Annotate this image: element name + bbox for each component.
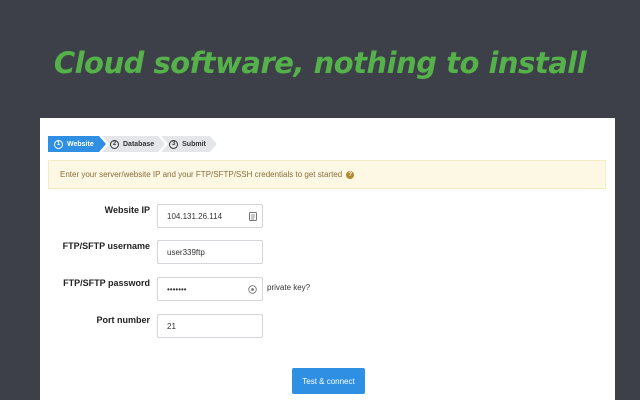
step-label: Website (67, 140, 94, 148)
password-input[interactable]: ••••••• (157, 277, 263, 301)
step-submit[interactable]: 3 Submit (161, 136, 217, 152)
step-number-icon: 3 (169, 140, 178, 149)
port-value: 21 (167, 321, 176, 331)
website-ip-value: 104.131.26.114 (167, 211, 223, 221)
username-input[interactable]: user339ftp (157, 240, 263, 264)
test-connect-button[interactable]: Test & connect (292, 368, 365, 394)
wizard-steps: 1 Website 2 Database 3 Submit (48, 136, 213, 152)
port-input[interactable]: 21 (157, 314, 263, 338)
password-value: ••••••• (167, 284, 187, 294)
private-key-link[interactable]: private key? (267, 283, 310, 292)
reveal-password-icon[interactable] (248, 284, 257, 294)
info-text: Enter your server/website IP and your FT… (60, 170, 343, 179)
website-ip-label: Website IP (104, 205, 150, 215)
port-label: Port number (96, 315, 150, 325)
help-icon[interactable]: ? (346, 170, 355, 179)
connect-panel: 1 Website 2 Database 3 Submit Enter your… (40, 118, 615, 400)
username-label: FTP/SFTP username (62, 241, 150, 251)
headline: Cloud software, nothing to install (53, 46, 587, 80)
password-label: FTP/SFTP password (63, 278, 150, 288)
step-website[interactable]: 1 Website (48, 136, 106, 152)
step-number-icon: 1 (54, 140, 63, 149)
username-value: user339ftp (167, 247, 205, 257)
info-banner: Enter your server/website IP and your FT… (48, 160, 606, 189)
step-label: Database (123, 140, 155, 148)
step-label: Submit (182, 140, 206, 148)
contact-card-icon[interactable] (248, 211, 257, 221)
step-database[interactable]: 2 Database (102, 136, 165, 152)
website-ip-input[interactable]: 104.131.26.114 (157, 204, 263, 228)
step-number-icon: 2 (110, 140, 119, 149)
